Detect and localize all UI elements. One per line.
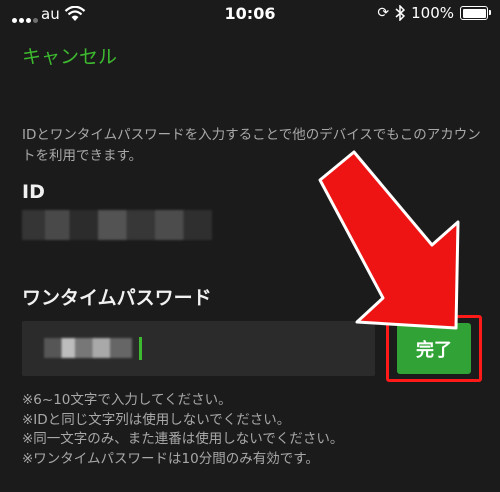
battery-percentage: 100% xyxy=(411,4,454,22)
note-item: ※ワンタイムパスワードは10分間のみ有効です。 xyxy=(22,450,319,467)
status-bar: au 10:06 ⟳ 100% xyxy=(0,0,500,30)
description-text: IDとワンタイムパスワードを入力することで他のデバイスでもこのアカウントを利用で… xyxy=(22,127,481,164)
text-cursor xyxy=(139,337,142,360)
notes-list: ※6~10文字で入力してください。 ※IDと同じ文字列は使用しないでください。 … xyxy=(22,391,482,469)
done-button[interactable]: 完了 xyxy=(397,323,471,374)
battery-icon xyxy=(460,6,491,20)
otp-input[interactable] xyxy=(22,321,375,376)
bluetooth-icon xyxy=(395,5,406,21)
done-button-highlight: 完了 xyxy=(386,315,482,382)
otp-label: ワンタイムパスワード xyxy=(22,287,212,309)
note-item: ※6~10文字で入力してください。 xyxy=(22,392,232,408)
rotation-lock-icon: ⟳ xyxy=(377,5,390,21)
id-label: ID xyxy=(22,181,45,203)
note-item: ※IDと同じ文字列は使用しないでください。 xyxy=(22,411,291,428)
otp-value-masked xyxy=(44,338,132,358)
id-value-masked xyxy=(22,210,212,240)
cancel-button[interactable]: キャンセル xyxy=(22,42,117,69)
note-item: ※同一文字のみ、また連番は使用しないでください。 xyxy=(22,431,344,447)
